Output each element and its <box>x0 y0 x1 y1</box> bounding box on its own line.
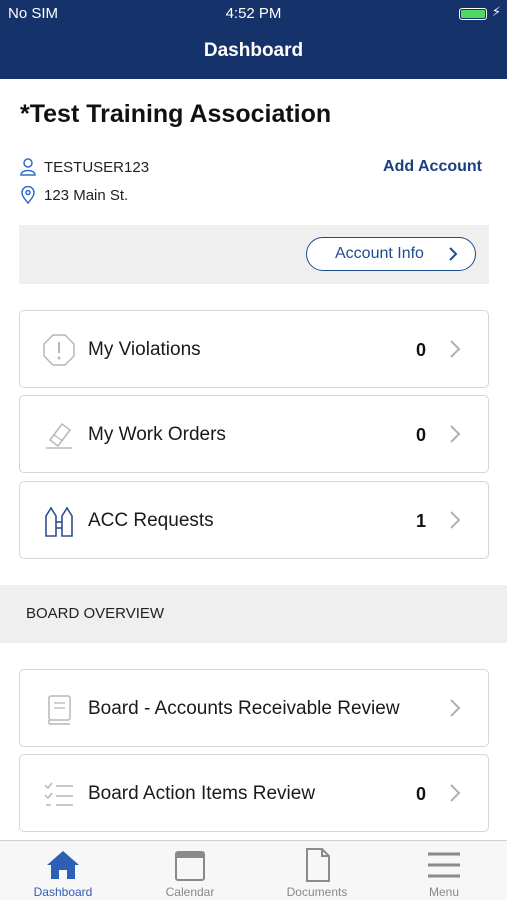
address: 123 Main St. <box>44 186 129 204</box>
tab-label: Calendar <box>165 885 215 899</box>
acc-requests-card[interactable]: ACC Requests 1 <box>19 481 489 559</box>
user-icon <box>20 158 36 176</box>
status-bar: No SIM 4:52 PM ⚡ <box>0 0 507 28</box>
accounts-receivable-review-card[interactable]: Board - Accounts Receivable Review <box>19 669 489 747</box>
chevron-right-icon <box>450 511 461 529</box>
username: TESTUSER123 <box>44 158 150 176</box>
chevron-right-icon <box>449 247 458 261</box>
card-label: My Work Orders <box>88 424 226 445</box>
card-label: Board Action Items Review <box>88 783 316 804</box>
action-items-review-card[interactable]: Board Action Items Review 0 <box>19 754 489 832</box>
checklist-icon <box>44 782 73 806</box>
charging-icon: ⚡ <box>491 4 501 19</box>
card-count: 1 <box>415 511 426 531</box>
card-count: 0 <box>415 784 426 804</box>
address-row: 123 Main St. <box>20 186 128 204</box>
chevron-right-icon <box>450 425 461 443</box>
my-violations-card[interactable]: My Violations 0 <box>19 310 489 388</box>
calendar-icon <box>175 851 205 881</box>
my-work-orders-card[interactable]: My Work Orders 0 <box>19 395 489 473</box>
book-icon <box>48 695 71 725</box>
card-count: 0 <box>415 340 426 360</box>
battery-icon <box>459 8 487 20</box>
account-info-button[interactable]: Account Info <box>306 237 476 271</box>
card-label: ACC Requests <box>88 510 214 531</box>
card-count: 0 <box>415 425 426 445</box>
card-label: My Violations <box>88 339 201 360</box>
hamburger-icon <box>428 852 460 878</box>
add-account-link[interactable]: Add Account <box>383 158 482 176</box>
account-info-label: Account Info <box>335 245 424 262</box>
violation-icon <box>43 334 75 366</box>
page-title: Dashboard <box>203 40 304 61</box>
tab-label: Dashboard <box>33 885 93 899</box>
document-icon <box>306 848 330 882</box>
user-row: TESTUSER123 <box>20 158 149 176</box>
chevron-right-icon <box>450 340 461 358</box>
tab-dashboard[interactable]: Dashboard <box>0 841 126 900</box>
tab-bar: Dashboard Calendar Documents Menu <box>0 840 507 900</box>
tab-calendar[interactable]: Calendar <box>127 841 253 900</box>
tab-label: Documents <box>286 885 348 899</box>
home-icon <box>47 851 79 879</box>
section-title: BOARD OVERVIEW <box>26 605 165 622</box>
account-info-strip: Account Info <box>19 225 489 284</box>
chevron-right-icon <box>450 699 461 717</box>
board-overview-header: BOARD OVERVIEW <box>0 585 507 643</box>
status-time: 4:52 PM <box>225 5 282 22</box>
work-order-icon <box>46 422 72 449</box>
acc-request-icon <box>45 506 73 537</box>
tab-documents[interactable]: Documents <box>254 841 380 900</box>
tab-label: Menu <box>428 885 460 899</box>
card-label: Board - Accounts Receivable Review <box>88 698 400 719</box>
association-name: *Test Training Association <box>20 100 332 128</box>
header: No SIM 4:52 PM ⚡ Dashboard <box>0 0 507 79</box>
tab-menu[interactable]: Menu <box>381 841 507 900</box>
location-pin-icon <box>21 186 35 204</box>
chevron-right-icon <box>450 784 461 802</box>
